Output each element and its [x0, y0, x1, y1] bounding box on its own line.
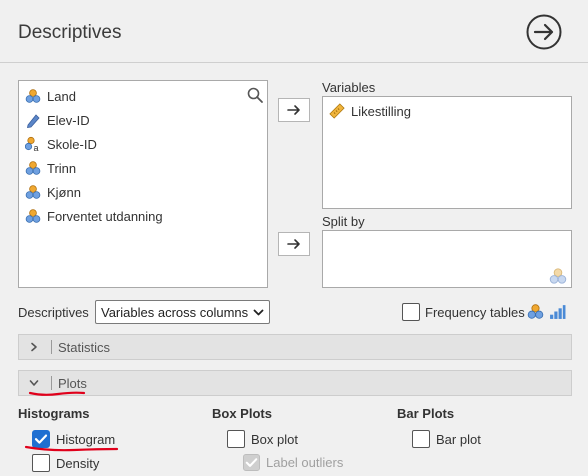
density-checkbox[interactable]: [32, 454, 50, 472]
variable-item-kjonn[interactable]: Kjønn: [25, 182, 81, 202]
variables-target-list[interactable]: Likestilling: [322, 96, 572, 209]
nominal-icon: [25, 89, 41, 103]
density-option[interactable]: Density: [32, 454, 99, 472]
select-value: Variables across columns: [101, 304, 249, 320]
variable-label: Elev-ID: [47, 112, 90, 128]
bar-chart-icon: [550, 305, 566, 319]
arrow-right-icon: [287, 105, 300, 115]
histogram-annotation-underline: [24, 445, 119, 452]
variable-label: Forventet utdanning: [47, 208, 163, 224]
section-separator: [51, 340, 52, 354]
histograms-heading: Histograms: [18, 406, 90, 421]
nominal-placeholder-icon: [549, 268, 567, 284]
continuous-icon: [26, 114, 40, 128]
variable-label: Trinn: [47, 160, 77, 176]
label-outliers-checkbox: [243, 454, 260, 471]
available-variables-list[interactable]: Land Elev-ID a Skole-ID Trinn Kjønn Forv…: [18, 80, 268, 288]
bar-plot-checkbox[interactable]: [412, 430, 430, 448]
box-plots-heading: Box Plots: [212, 406, 272, 421]
density-label[interactable]: Density: [56, 456, 99, 471]
chevron-right-icon: [31, 342, 37, 352]
nominal-icon: [25, 161, 41, 175]
nominal-text-icon: a: [25, 136, 39, 152]
descriptives-layout-select[interactable]: Variables across columns: [95, 300, 270, 324]
variable-item-trinn[interactable]: Trinn: [25, 158, 76, 178]
svg-text:a: a: [34, 143, 39, 152]
nominal-icon: [527, 304, 544, 319]
label-outliers-option: Label outliers: [243, 454, 343, 471]
box-plot-option[interactable]: Box plot: [227, 430, 298, 448]
split-by-target-list[interactable]: [322, 230, 572, 288]
bar-plot-option[interactable]: Bar plot: [412, 430, 481, 448]
descriptives-layout-label: Descriptives: [18, 305, 89, 320]
frequency-tables-label[interactable]: Frequency tables: [425, 305, 525, 320]
variable-item-land[interactable]: Land: [25, 86, 76, 106]
page-title: Descriptives: [18, 22, 122, 43]
label-outliers-label: Label outliers: [266, 455, 344, 470]
move-to-variables-button[interactable]: [278, 98, 310, 122]
frequency-tables-checkbox[interactable]: [402, 303, 420, 321]
nominal-icon: [25, 209, 41, 223]
move-to-split-by-button[interactable]: [278, 232, 310, 256]
bar-plot-label[interactable]: Bar plot: [436, 432, 481, 447]
statistics-section-header[interactable]: Statistics: [18, 334, 572, 360]
box-plot-label[interactable]: Box plot: [251, 432, 298, 447]
variable-label: Likestilling: [351, 103, 411, 119]
ruler-icon: [329, 103, 345, 119]
chevron-down-icon: [253, 309, 264, 316]
variable-item-skole-id[interactable]: a Skole-ID: [25, 134, 97, 154]
variable-item-likestilling[interactable]: Likestilling: [329, 101, 411, 121]
variables-label: Variables: [322, 80, 376, 95]
arrow-right-circle-icon[interactable]: [526, 14, 562, 50]
statistics-section-label: Statistics: [58, 339, 111, 355]
bar-plots-heading: Bar Plots: [397, 406, 455, 421]
nominal-icon: [25, 185, 41, 199]
header-divider: [0, 62, 588, 63]
variable-label: Kjønn: [47, 184, 81, 200]
plots-section-header[interactable]: Plots: [18, 370, 572, 396]
search-icon[interactable]: [246, 86, 264, 104]
split-by-label: Split by: [322, 214, 365, 229]
box-plot-checkbox[interactable]: [227, 430, 245, 448]
chevron-down-icon: [29, 380, 39, 386]
plots-annotation-underline: [28, 391, 86, 396]
variable-label: Land: [47, 88, 76, 104]
arrow-right-icon: [287, 239, 300, 249]
variable-item-forventet-utdanning[interactable]: Forventet utdanning: [25, 206, 163, 226]
variable-item-elev-id[interactable]: Elev-ID: [25, 110, 90, 130]
variable-label: Skole-ID: [47, 136, 97, 152]
